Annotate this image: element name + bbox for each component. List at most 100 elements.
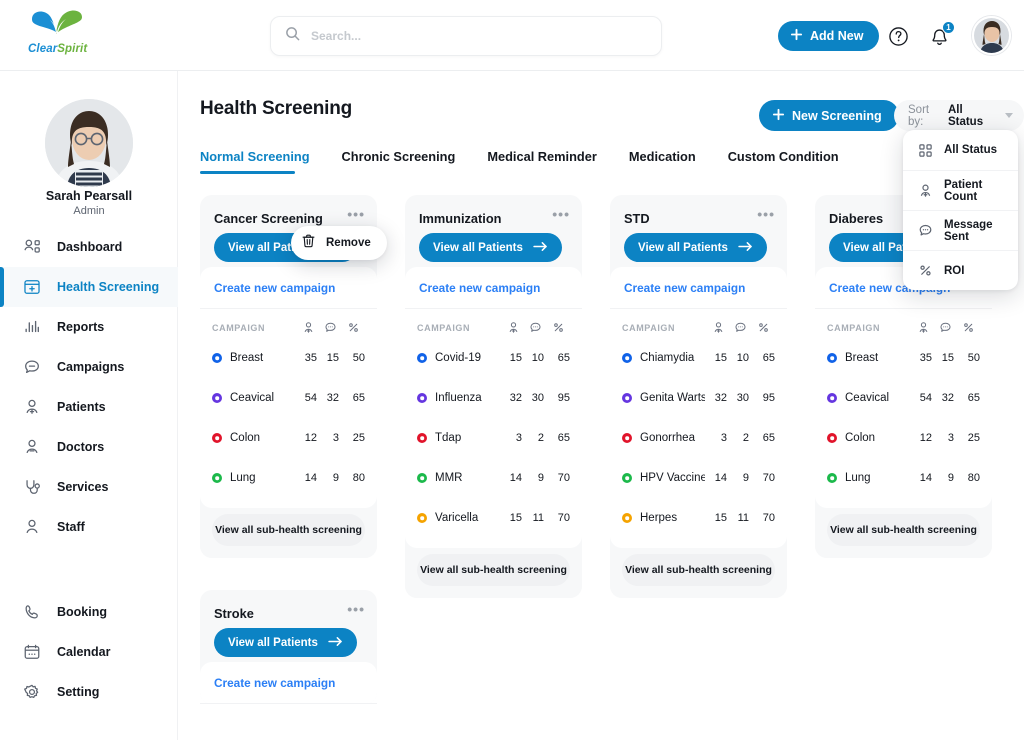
campaign-row[interactable]: Colon 12 3 25 xyxy=(827,418,980,458)
status-dot-icon xyxy=(212,433,222,443)
status-dot-icon xyxy=(417,513,427,523)
services-icon xyxy=(22,478,41,497)
column-header-campaign: CAMPAIGN xyxy=(622,322,676,333)
app-logo[interactable]: ClearSpirit xyxy=(24,8,134,64)
tab-normal-screening[interactable]: Normal Screening xyxy=(200,149,326,174)
tab-label: Medication xyxy=(628,149,696,164)
view-all-sub-health-screening-button[interactable]: View all sub-health screening xyxy=(212,514,365,546)
roi-cell: 80 xyxy=(352,472,365,484)
card-options-button[interactable]: ••• xyxy=(347,602,365,616)
view-all-sub-health-screening-button[interactable]: View all sub-health screening xyxy=(827,514,980,546)
column-header-person-add-icon xyxy=(912,321,934,334)
tab-custom-condition[interactable]: Custom Condition xyxy=(712,149,855,174)
arrow-right-icon xyxy=(738,241,753,255)
roi-cell: 65 xyxy=(762,432,775,444)
create-new-campaign-link[interactable]: Create new campaign xyxy=(610,267,787,309)
patient-count-cell: 3 xyxy=(720,432,727,444)
campaign-name: Gonorrhea xyxy=(640,432,695,444)
sidebar-nav: Dashboard Health Screening Reports Campa… xyxy=(0,227,178,712)
view-all-sub-health-screening-button[interactable]: View all sub-health screening xyxy=(417,554,570,586)
tab-medication[interactable]: Medication xyxy=(613,149,712,174)
message-sent-cell: 15 xyxy=(941,352,954,364)
campaign-row[interactable]: HPV Vaccine 14 9 70 xyxy=(622,458,775,498)
view-all-patients-label: View all Patients xyxy=(638,241,728,254)
card-options-button[interactable]: ••• xyxy=(347,207,365,221)
card-header: Cancer Screening ••• View all Patients R… xyxy=(200,195,387,267)
dropdown-item-label: All Status xyxy=(944,144,998,156)
campaign-row[interactable]: Ceavical 54 32 65 xyxy=(827,378,980,418)
add-new-button[interactable]: Add New xyxy=(778,21,880,51)
sidebar-item-health-screening[interactable]: Health Screening xyxy=(0,267,178,307)
campaign-row[interactable]: MMR 14 9 70 xyxy=(417,458,570,498)
create-new-campaign-link[interactable]: Create new campaign xyxy=(405,267,582,309)
campaign-name-cell: Tdap xyxy=(417,432,500,444)
sidebar-item-reports[interactable]: Reports xyxy=(0,307,178,347)
sidebar-user-avatar[interactable] xyxy=(45,99,133,187)
global-search[interactable] xyxy=(270,16,662,56)
sidebar-item-label: Staff xyxy=(57,520,85,534)
sidebar-item-patients[interactable]: Patients xyxy=(0,387,178,427)
search-input[interactable] xyxy=(311,29,611,43)
sidebar-item-calendar[interactable]: Calendar xyxy=(0,632,178,672)
dropdown-item-all-status[interactable]: All Status xyxy=(903,130,1018,170)
view-all-sub-health-screening-button[interactable]: View all sub-health screening xyxy=(622,554,775,586)
sidebar-item-services[interactable]: Services xyxy=(0,467,178,507)
notifications-button[interactable]: 1 xyxy=(928,21,955,47)
roi-cell: 70 xyxy=(557,512,570,524)
view-all-patients-button[interactable]: View all Patients xyxy=(419,233,562,262)
card-options-button[interactable]: ••• xyxy=(757,207,775,221)
sidebar-item-dashboard[interactable]: Dashboard xyxy=(0,227,178,267)
sidebar-item-setting[interactable]: Setting xyxy=(0,672,178,712)
sidebar-item-doctors[interactable]: Doctors xyxy=(0,427,178,467)
sidebar-item-label: Patients xyxy=(57,400,106,414)
campaign-row[interactable]: Covid-19 15 10 65 xyxy=(417,338,570,378)
create-new-campaign-link[interactable]: Create new campaign xyxy=(200,267,377,309)
phone-icon xyxy=(22,603,41,622)
card-body: Create new campaign CAMPAIGN Breast 35 1… xyxy=(815,267,992,508)
campaign-row[interactable]: Ceavical 54 32 65 xyxy=(212,378,365,418)
create-new-campaign-link[interactable]: Create new campaign xyxy=(200,662,377,704)
help-button[interactable] xyxy=(887,25,909,47)
status-dot-icon xyxy=(827,473,837,483)
campaign-row[interactable]: Herpes 15 11 70 xyxy=(622,498,775,538)
tab-chronic-screening[interactable]: Chronic Screening xyxy=(326,149,472,174)
dropdown-item-patient-count[interactable]: Patient Count xyxy=(903,170,1018,210)
campaign-row[interactable]: Breast 35 15 50 xyxy=(827,338,980,378)
campaign-row[interactable]: Varicella 15 11 70 xyxy=(417,498,570,538)
sidebar-item-staff[interactable]: Staff xyxy=(0,507,178,547)
column-header-percent-icon xyxy=(341,321,365,334)
sidebar-item-booking[interactable]: Booking xyxy=(0,592,178,632)
campaign-name: HPV Vaccine xyxy=(640,472,705,484)
status-dot-icon xyxy=(622,473,632,483)
card-context-menu[interactable]: Remove xyxy=(291,226,387,260)
card-options-button[interactable]: ••• xyxy=(552,207,570,221)
user-avatar-topbar[interactable] xyxy=(972,16,1011,55)
campaign-row[interactable]: Lung 14 9 80 xyxy=(827,458,980,498)
column-header-person-add-icon xyxy=(297,321,319,334)
campaign-row[interactable]: Gonorrhea 3 2 65 xyxy=(622,418,775,458)
sidebar-item-label: Doctors xyxy=(57,440,105,454)
dropdown-item-roi[interactable]: ROI xyxy=(903,250,1018,290)
new-screening-button[interactable]: New Screening xyxy=(759,100,899,131)
status-dot-icon xyxy=(417,473,427,483)
campaign-name: Colon xyxy=(230,432,261,444)
campaign-row[interactable]: Chiamydia 15 10 65 xyxy=(622,338,775,378)
campaign-row[interactable]: Colon 12 3 25 xyxy=(212,418,365,458)
sidebar-item-campaigns[interactable]: Campaigns xyxy=(0,347,178,387)
roi-cell: 70 xyxy=(762,472,775,484)
tab-medical-reminder[interactable]: Medical Reminder xyxy=(471,149,613,174)
dropdown-item-message-sent[interactable]: Message Sent xyxy=(903,210,1018,250)
message-sent-cell: 30 xyxy=(531,392,544,404)
campaign-row[interactable]: Genita Warts 32 30 95 xyxy=(622,378,775,418)
campaign-name-cell: Breast xyxy=(827,352,910,364)
campaign-row[interactable]: Tdap 3 2 65 xyxy=(417,418,570,458)
card-footer: View all sub-health screening xyxy=(815,508,992,558)
column-header-chat-icon xyxy=(729,321,751,334)
campaign-row[interactable]: Influenza 32 30 95 xyxy=(417,378,570,418)
view-all-patients-button[interactable]: View all Patients xyxy=(624,233,767,262)
view-all-patients-button[interactable]: View all Patients xyxy=(214,628,357,657)
campaign-row[interactable]: Breast 35 15 50 xyxy=(212,338,365,378)
sort-by-dropdown-trigger[interactable]: Sort by: All Status xyxy=(894,100,1024,131)
campaign-row[interactable]: Lung 14 9 80 xyxy=(212,458,365,498)
column-header-campaign: CAMPAIGN xyxy=(827,322,881,333)
